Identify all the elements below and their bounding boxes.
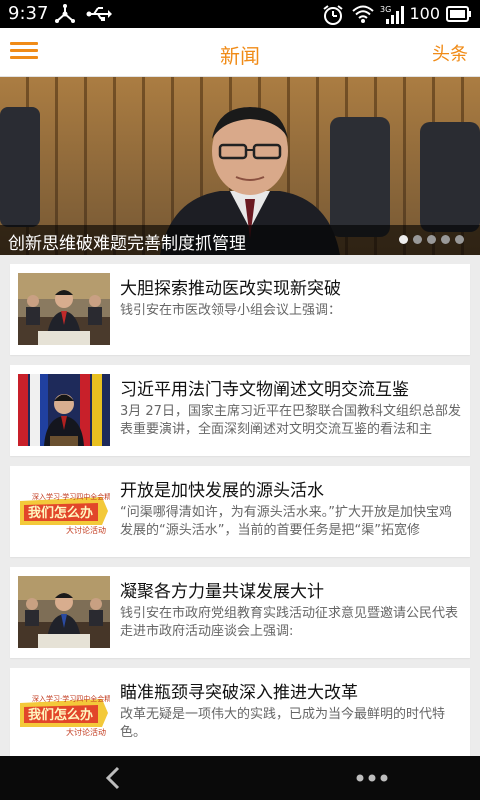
- news-thumbnail: [18, 374, 110, 446]
- news-list: 大胆探索推动医改实现新突破 钱引安在市医改领导小组会议上强调： 习近平用法门寺文…: [10, 264, 470, 769]
- app-bar: 新闻 头条: [0, 28, 480, 77]
- news-title: 习近平用法门寺文物阐述文明交流互鉴: [120, 380, 409, 400]
- more-icon[interactable]: [352, 766, 392, 790]
- status-bar: 9:37 3G 100: [0, 0, 480, 28]
- news-thumbnail: 深入学习·学习四中全会精神 我们怎么办 大讨论活动: [18, 677, 110, 749]
- hero-caption: 创新思维破难题完善制度抓管理: [8, 234, 246, 254]
- back-icon[interactable]: [100, 764, 128, 792]
- news-summary: 钱引安在市医改领导小组会议上强调：: [120, 303, 342, 318]
- usb-icon: [86, 7, 112, 21]
- news-summary: 3月 27日，国家主席习近平在巴黎联合国教科文组织总部发表重要演讲，全面深刻阐述…: [120, 404, 461, 437]
- carousel-dot[interactable]: [441, 235, 450, 244]
- banner-small-text: 深入学习·学习四中全会精神: [32, 492, 110, 501]
- news-title: 开放是加快发展的源头活水: [120, 481, 324, 501]
- carousel-dot[interactable]: [399, 235, 408, 244]
- news-summary: 钱引安在市政府党组教育实践活动征求意见暨邀请公民代表走进市政府活动座谈会上强调:: [120, 606, 459, 639]
- headlines-button[interactable]: 头条: [432, 40, 468, 66]
- battery-icon: [446, 6, 471, 22]
- news-item[interactable]: 深入学习·学习四中全会精神 我们怎么办 大讨论活动 开放是加快发展的源头活水 “…: [10, 466, 470, 557]
- banner-main-text: 我们怎么办: [28, 707, 93, 723]
- news-summary: 改革无疑是一项伟大的实践，已成为当今最鲜明的时代特色。: [120, 707, 446, 740]
- news-item[interactable]: 深入学习·学习四中全会精神 我们怎么办 大讨论活动 瞄准瓶颈寻突破深入推进大改革…: [10, 668, 470, 759]
- news-thumbnail: 深入学习·学习四中全会精神 我们怎么办 大讨论活动: [18, 475, 110, 547]
- signal-3g-icon: 3G: [380, 5, 404, 24]
- system-nav-bar: [0, 756, 480, 800]
- news-item[interactable]: 大胆探索推动医改实现新突破 钱引安在市医改领导小组会议上强调：: [10, 264, 470, 355]
- alarm-icon: [323, 5, 343, 25]
- wifi-icon: [352, 5, 374, 23]
- battery-level: 100: [409, 4, 440, 23]
- news-item[interactable]: 习近平用法门寺文物阐述文明交流互鉴 3月 27日，国家主席习近平在巴黎联合国教科…: [10, 365, 470, 456]
- carousel-dot[interactable]: [413, 235, 422, 244]
- news-title: 凝聚各方力量共谋发展大计: [120, 582, 324, 602]
- hero-caption-bar: 创新思维破难题完善制度抓管理: [0, 225, 480, 255]
- banner-sub-text: 大讨论活动: [66, 525, 106, 535]
- carousel-indicator: [399, 235, 464, 244]
- news-thumbnail: [18, 273, 110, 345]
- svg-text:3G: 3G: [380, 5, 391, 14]
- news-title: 瞄准瓶颈寻突破深入推进大改革: [120, 683, 358, 703]
- news-item[interactable]: 凝聚各方力量共谋发展大计 钱引安在市政府党组教育实践活动征求意见暨邀请公民代表走…: [10, 567, 470, 658]
- banner-sub-text: 大讨论活动: [66, 727, 106, 737]
- hero-carousel[interactable]: 创新思维破难题完善制度抓管理: [0, 77, 480, 255]
- banner-small-text: 深入学习·学习四中全会精神: [32, 694, 110, 703]
- news-summary: “问渠哪得清如许，为有源头活水来。”扩大开放是加快宝鸡发展的“源头活水”，当前的…: [120, 505, 452, 538]
- news-thumbnail: [18, 576, 110, 648]
- banner-main-text: 我们怎么办: [28, 505, 93, 521]
- news-title: 大胆探索推动医改实现新突破: [120, 279, 341, 299]
- page-title: 新闻: [220, 44, 260, 68]
- carousel-dot[interactable]: [427, 235, 436, 244]
- status-time: 9:37: [8, 3, 49, 24]
- carousel-dot[interactable]: [455, 235, 464, 244]
- usb-tether-icon: [55, 4, 75, 23]
